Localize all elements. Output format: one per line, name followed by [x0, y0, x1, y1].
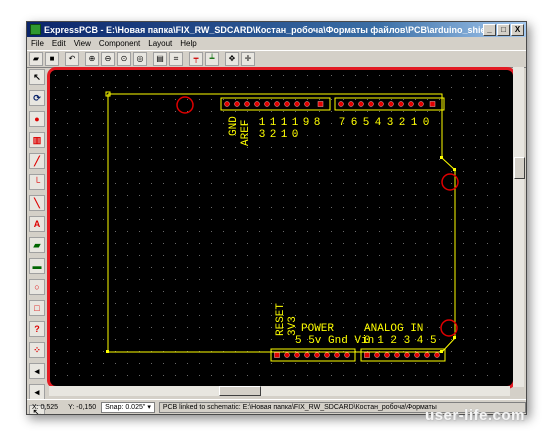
pointer-icon[interactable]: ↖ — [29, 69, 45, 85]
pcb-canvas[interactable]: GND AREF 1 1 1 1 9 8 3 2 1 0 7 6 5 4 3 2 — [47, 67, 516, 389]
maximize-button[interactable]: □ — [497, 23, 510, 36]
label-aref: AREF — [240, 120, 252, 146]
menu-layout[interactable]: Layout — [144, 39, 176, 48]
app-icon — [30, 24, 41, 35]
zoom-out-icon[interactable]: ⊖ — [101, 52, 115, 66]
label-analog-in: ANALOG IN — [364, 323, 423, 335]
title-bar: ExpressPCB - E:\Новая папка\FIX_RW_SDCAR… — [27, 22, 526, 37]
horizontal-scrollbar[interactable] — [49, 386, 510, 396]
board-outline-icon[interactable]: □ — [29, 300, 45, 316]
label-power-pins: 5 5v Gnd Vin — [295, 335, 374, 347]
pin-label-7: 7 — [339, 117, 346, 129]
close-button[interactable]: X — [511, 23, 524, 36]
zoom-fit-icon[interactable]: ⊙ — [117, 52, 131, 66]
corner-icon[interactable]: └ — [29, 174, 45, 190]
app-window: ExpressPCB - E:\Новая папка\FIX_RW_SDCAR… — [26, 21, 527, 415]
save-icon[interactable]: ■ — [45, 52, 59, 66]
trace-icon[interactable]: ╱ — [29, 153, 45, 169]
pin-label-13-units: 3 — [259, 129, 266, 141]
schematic-icon[interactable]: ⌗ — [169, 52, 183, 66]
horizontal-scroll-thumb[interactable] — [219, 386, 261, 396]
window-title: ExpressPCB - E:\Новая папка\FIX_RW_SDCAR… — [44, 24, 483, 35]
vertical-scrollbar[interactable] — [513, 67, 525, 387]
rotate-icon[interactable]: ⟳ — [29, 90, 45, 106]
pin-label-11-tens: 1 — [281, 117, 288, 129]
pin-label-11-units: 1 — [281, 129, 288, 141]
angle-icon[interactable]: ╲ — [29, 195, 45, 211]
pin-label-12-units: 2 — [270, 129, 277, 141]
pin-label-12-tens: 1 — [270, 117, 277, 129]
component-tool-icon[interactable]: ▥ — [29, 132, 45, 148]
label-power: POWER — [301, 323, 334, 335]
fill-icon[interactable]: ▰ — [29, 237, 45, 253]
pcb-drawing: GND AREF 1 1 1 1 9 8 3 2 1 0 7 6 5 4 3 2 — [50, 70, 507, 380]
pad-icon[interactable]: ● — [29, 111, 45, 127]
chevron-down-icon: ▾ — [147, 403, 151, 411]
vertical-scroll-thumb[interactable] — [514, 157, 525, 179]
label-reset: RESET — [275, 303, 287, 336]
circle-icon[interactable]: ○ — [29, 279, 45, 295]
minimize-button[interactable]: _ — [483, 23, 496, 36]
pin-label-10-units: 0 — [292, 129, 299, 141]
layer-toggle-top-icon[interactable]: ◂ — [29, 363, 45, 379]
cross-icon[interactable]: ✛ — [241, 52, 255, 66]
layer-top-icon[interactable]: ┯ — [189, 52, 203, 66]
zoom-in-icon[interactable]: ⊕ — [85, 52, 99, 66]
copper-icon[interactable]: ▬ — [29, 258, 45, 274]
component-icon[interactable]: ▤ — [153, 52, 167, 66]
menu-view[interactable]: View — [70, 39, 95, 48]
main-toolbar: ▰ ■ ↶ ⊕ ⊖ ⊙ ◎ ▤ ⌗ ┯ ┷ ✥ ✛ — [27, 50, 526, 68]
open-icon[interactable]: ▰ — [29, 52, 43, 66]
label-analog-pins: 0 1 2 3 4 5 — [364, 335, 437, 347]
align-icon[interactable]: ⁘ — [29, 342, 45, 358]
pin-label-13-tens: 1 — [259, 117, 266, 129]
menu-component[interactable]: Component — [95, 39, 144, 48]
menu-file[interactable]: File — [27, 39, 48, 48]
move-icon[interactable]: ✥ — [225, 52, 239, 66]
pin-label-4: 4 — [375, 117, 382, 129]
label-gnd: GND — [228, 116, 240, 136]
pin-label-0: 0 — [423, 117, 430, 129]
pin-label-10-tens: 1 — [292, 117, 299, 129]
status-y: Y: -0,150 — [68, 403, 97, 411]
watermark: user-life.com — [425, 407, 525, 424]
undo-icon[interactable]: ↶ — [65, 52, 79, 66]
text-icon[interactable]: A — [29, 216, 45, 232]
zoom-board-icon[interactable]: ◎ — [133, 52, 147, 66]
layer-bottom-icon[interactable]: ┷ — [205, 52, 219, 66]
pin-label-8: 8 — [314, 117, 321, 129]
menu-help[interactable]: Help — [176, 39, 200, 48]
layer-toggle-bottom-icon[interactable]: ◂ — [29, 384, 45, 400]
menu-bar: File Edit View Component Layout Help — [27, 37, 526, 50]
snap-value: Snap: 0.025" — [105, 403, 146, 411]
label-3v3: 3V3 — [287, 316, 299, 336]
pin-label-3: 3 — [387, 117, 394, 129]
pin-label-6: 6 — [351, 117, 358, 129]
snap-dropdown[interactable]: Snap: 0.025" ▾ — [101, 401, 155, 413]
pin-label-1: 1 — [411, 117, 418, 129]
pin-label-2: 2 — [399, 117, 406, 129]
help-icon[interactable]: ? — [29, 321, 45, 337]
pin-label-9: 9 — [303, 117, 310, 129]
status-x: X: 0,525 — [32, 403, 59, 411]
pin-label-5: 5 — [363, 117, 370, 129]
tool-palette: ↖ ⟳ ● ▥ ╱ └ ╲ A ▰ ▬ ○ □ ? ⁘ ◂ ◂ ⤡ — [29, 69, 45, 414]
menu-edit[interactable]: Edit — [48, 39, 70, 48]
